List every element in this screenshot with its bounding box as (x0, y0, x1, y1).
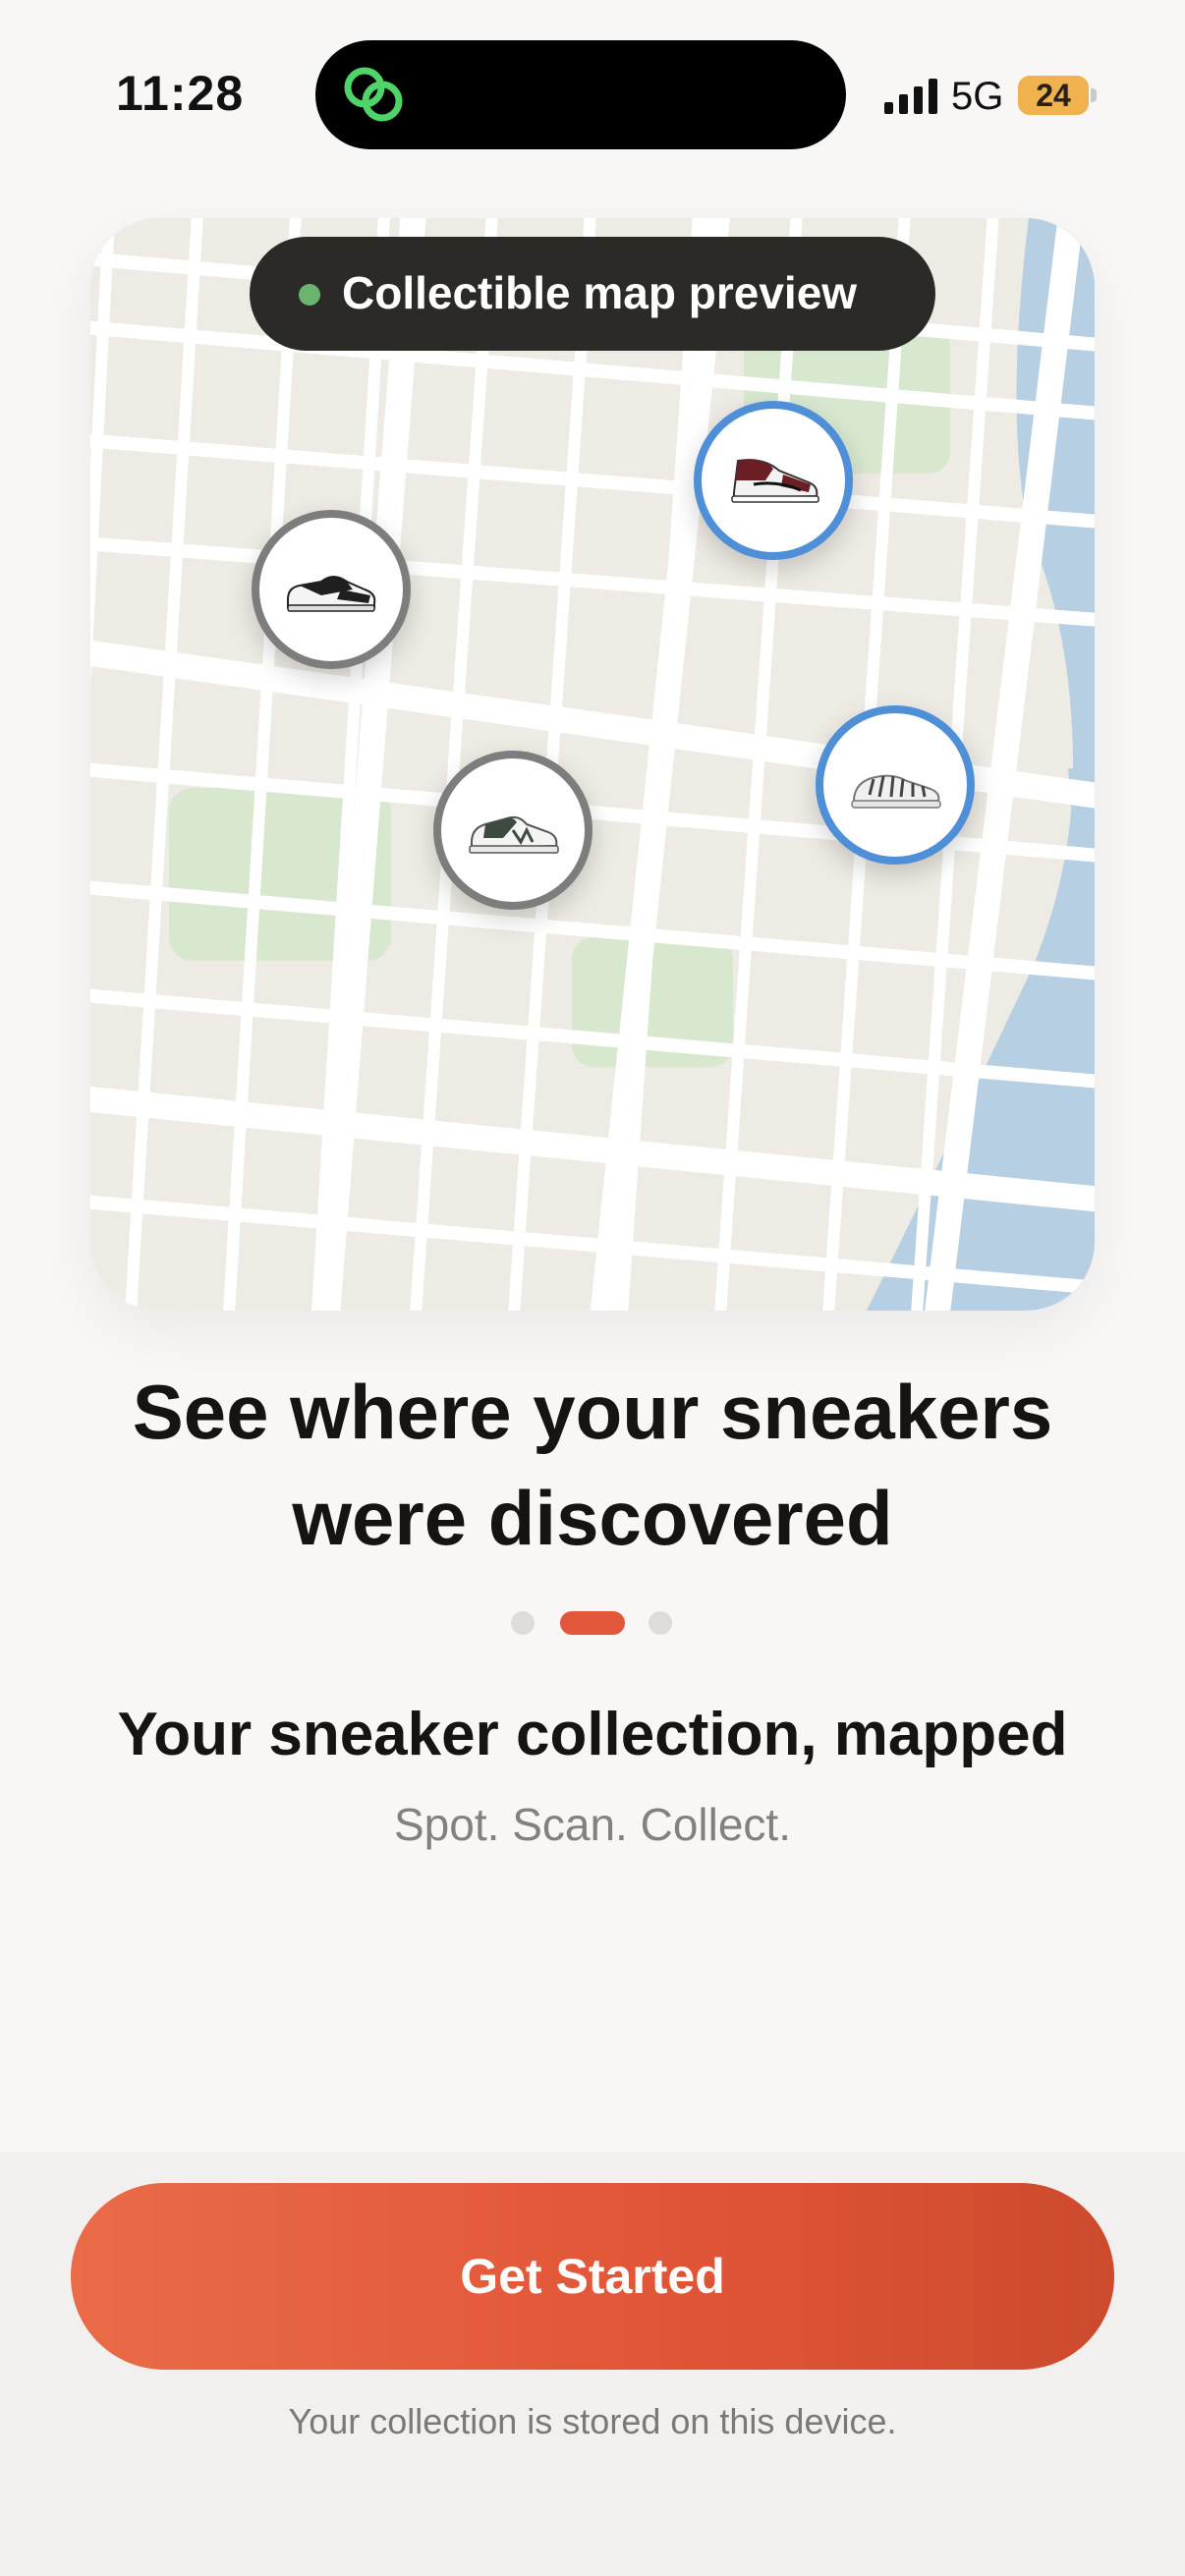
status-time: 11:28 (116, 66, 245, 121)
dynamic-island (315, 40, 846, 149)
cellular-signal-icon (884, 79, 937, 114)
onboarding-subtitle: Your sneaker collection, mapped (117, 1701, 1068, 1768)
page-dot-1[interactable] (511, 1611, 535, 1635)
map-preview-card: Collectible map preview (90, 218, 1095, 1311)
yeezy-zebra-pin[interactable] (816, 705, 975, 865)
sneaker-icon (731, 459, 819, 503)
new-balance-pin[interactable] (433, 751, 592, 910)
panda-dunk-pin[interactable] (252, 510, 411, 669)
headline-line-2: were discovered (292, 1475, 893, 1561)
battery-icon: 24 (1018, 76, 1089, 115)
storage-note: Your collection is stored on this device… (288, 2401, 897, 2441)
get-started-button[interactable]: Get Started (71, 2183, 1114, 2370)
page-indicator (511, 1611, 678, 1635)
badge-label: Collectible map preview (342, 267, 858, 318)
map-preview-badge: Collectible map preview (250, 237, 935, 351)
onboarding-headline: See where your sneakers were discovered (39, 1359, 1146, 1571)
headline-line-1: See where your sneakers (132, 1369, 1053, 1455)
page-dot-2-active[interactable] (560, 1611, 625, 1635)
link-rings-icon (344, 67, 403, 122)
sneaker-icon (469, 815, 559, 854)
network-type: 5G (951, 75, 1004, 118)
sneaker-icon (287, 576, 376, 612)
sneaker-icon (851, 774, 941, 809)
jordan-1-pin[interactable] (694, 401, 853, 560)
page-dot-3[interactable] (649, 1611, 672, 1635)
status-bar: 11:28 5G 24 (0, 0, 1185, 177)
battery-cap (1091, 88, 1097, 102)
onboarding-tagline: Spot. Scan. Collect. (394, 1799, 791, 1850)
badge-dot (299, 284, 320, 306)
